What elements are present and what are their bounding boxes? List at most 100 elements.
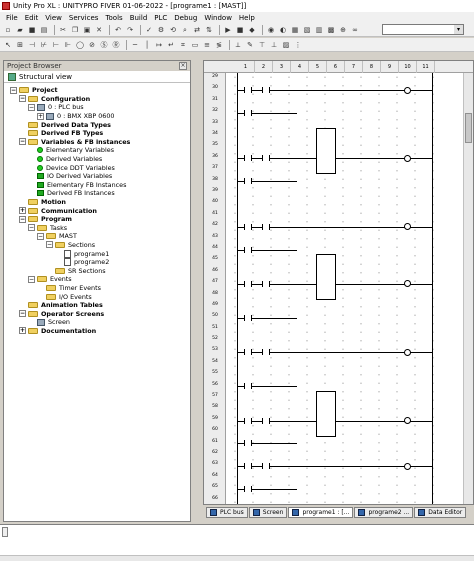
- tree-node[interactable]: programe1: [4, 249, 190, 258]
- jump-icon[interactable]: ↦: [154, 40, 164, 50]
- menu-view[interactable]: View: [45, 14, 62, 22]
- copy-icon[interactable]: ❐: [70, 25, 80, 35]
- init-icon[interactable]: ◆: [247, 25, 257, 35]
- function-block-icon[interactable]: ▭: [190, 40, 200, 50]
- link-icon[interactable]: ⟂: [233, 40, 243, 50]
- animation-icon[interactable]: ◐: [278, 25, 288, 35]
- tab-screen[interactable]: Screen: [248, 506, 288, 518]
- chevron-down-icon[interactable]: ▾: [454, 25, 463, 34]
- collapse-icon[interactable]: −: [19, 215, 26, 223]
- save-icon[interactable]: ■: [27, 25, 37, 35]
- coil-set-icon[interactable]: Ⓢ: [99, 40, 109, 50]
- vline-icon[interactable]: │: [142, 40, 152, 50]
- tree-node[interactable]: IO Derived Variables: [4, 172, 190, 181]
- zoom-icon[interactable]: ⊕: [338, 25, 348, 35]
- function-block[interactable]: [316, 253, 336, 300]
- search-combo[interactable]: ▾: [382, 24, 464, 35]
- transfer-icon[interactable]: ⇅: [204, 25, 214, 35]
- connect-icon[interactable]: ⇄: [192, 25, 202, 35]
- ladder-editor[interactable]: 1 2 3 4 5 6 7 8 9 10 11 29 30 31 32 33 34 35 36 37 38 39 40 41…: [203, 60, 474, 505]
- tab-programe2[interactable]: programe2 ...: [354, 506, 414, 518]
- contact-p-icon[interactable]: ⊢: [51, 40, 61, 50]
- contact[interactable]: [262, 463, 270, 470]
- cut-icon[interactable]: ✂: [58, 25, 68, 35]
- stop-icon[interactable]: ■: [235, 25, 245, 35]
- contact[interactable]: [244, 417, 252, 424]
- pin-icon[interactable]: [2, 527, 8, 537]
- nav-icon[interactable]: ⊞: [15, 40, 25, 50]
- contact[interactable]: [244, 463, 252, 470]
- tree-node[interactable]: Elementary Variables: [4, 146, 190, 155]
- tab-data-editor[interactable]: Data Editor: [414, 506, 467, 518]
- tree-node[interactable]: +0 : BMX XBP 0600: [4, 112, 190, 121]
- tree-node[interactable]: Animation Tables: [4, 301, 190, 310]
- menu-plc[interactable]: PLC: [154, 14, 167, 22]
- collapse-icon[interactable]: −: [28, 103, 35, 111]
- menu-file[interactable]: File: [6, 14, 18, 22]
- tree-node[interactable]: − Configuration: [4, 95, 190, 104]
- paste-icon[interactable]: ▣: [82, 25, 92, 35]
- tree-node[interactable]: − Events: [4, 275, 190, 284]
- hline-icon[interactable]: ─: [130, 40, 140, 50]
- tree-node[interactable]: Derived FB Types: [4, 129, 190, 138]
- menu-edit[interactable]: Edit: [25, 14, 39, 22]
- collapse-icon[interactable]: −: [19, 95, 26, 103]
- tree-node[interactable]: − MAST: [4, 232, 190, 241]
- coil[interactable]: [404, 462, 411, 470]
- browser-icon[interactable]: ▥: [314, 25, 324, 35]
- new-file-icon[interactable]: ▫: [3, 25, 13, 35]
- tree-node[interactable]: − 0 : PLC bus: [4, 103, 190, 112]
- tree-node[interactable]: − Operator Screens: [4, 309, 190, 318]
- label-icon[interactable]: ⌗: [178, 40, 188, 50]
- coil-not-icon[interactable]: ⊘: [87, 40, 97, 50]
- contact[interactable]: [244, 280, 252, 287]
- expand-icon[interactable]: +: [19, 207, 26, 215]
- contact[interactable]: [244, 109, 252, 116]
- select-pointer-icon[interactable]: ↖: [3, 40, 13, 50]
- collapse-icon[interactable]: −: [19, 310, 26, 318]
- structural-view-tab[interactable]: Structural view: [4, 71, 190, 83]
- tree-node[interactable]: − Program: [4, 215, 190, 224]
- output-window[interactable]: [0, 524, 474, 561]
- contact[interactable]: [262, 280, 270, 287]
- tree-node[interactable]: Elementary FB Instances: [4, 181, 190, 190]
- tree-node[interactable]: Screen: [4, 318, 190, 327]
- return-icon[interactable]: ↵: [166, 40, 176, 50]
- window-cascade-icon[interactable]: ▧: [302, 25, 312, 35]
- collapse-icon[interactable]: −: [46, 241, 53, 249]
- tree-node[interactable]: SR Sections: [4, 266, 190, 275]
- tree-node[interactable]: − Variables & FB instances: [4, 138, 190, 147]
- coil-reset-icon[interactable]: Ⓡ: [111, 40, 121, 50]
- contact[interactable]: [244, 155, 252, 162]
- tree-node[interactable]: Timer Events: [4, 284, 190, 293]
- tree-node[interactable]: I/O Events: [4, 292, 190, 301]
- vertical-scrollbar[interactable]: [463, 73, 473, 504]
- tab-plc-bus[interactable]: PLC bus: [206, 506, 248, 518]
- tree-node[interactable]: + Documentation: [4, 327, 190, 336]
- tab-programe1[interactable]: programe1 : [...: [288, 506, 354, 518]
- menu-services[interactable]: Services: [69, 14, 99, 22]
- coil[interactable]: [404, 348, 411, 356]
- tree-node[interactable]: − Sections: [4, 241, 190, 250]
- tree-node[interactable]: Derived FB Instances: [4, 189, 190, 198]
- collapse-icon[interactable]: −: [37, 232, 44, 240]
- analyze-icon[interactable]: ✓: [144, 25, 154, 35]
- insert-col-icon[interactable]: ⊥: [269, 40, 279, 50]
- tree-node[interactable]: Derived Variables: [4, 155, 190, 164]
- contact[interactable]: [244, 87, 252, 94]
- close-icon[interactable]: ×: [179, 62, 187, 70]
- tree-node[interactable]: − Project: [4, 86, 190, 95]
- contact[interactable]: [244, 223, 252, 230]
- coil[interactable]: [404, 417, 411, 425]
- rebuild-icon[interactable]: ⟲: [168, 25, 178, 35]
- find-icon[interactable]: ⌕: [180, 25, 190, 35]
- menu-build[interactable]: Build: [130, 14, 148, 22]
- menu-help[interactable]: Help: [239, 14, 255, 22]
- contact[interactable]: [244, 440, 252, 447]
- open-folder-icon[interactable]: ▰: [15, 25, 25, 35]
- contact[interactable]: [262, 155, 270, 162]
- contact-n-icon[interactable]: ⊩: [63, 40, 73, 50]
- compare-icon[interactable]: ≶: [214, 40, 224, 50]
- coil[interactable]: [404, 86, 411, 94]
- output-tab-strip[interactable]: [0, 555, 474, 561]
